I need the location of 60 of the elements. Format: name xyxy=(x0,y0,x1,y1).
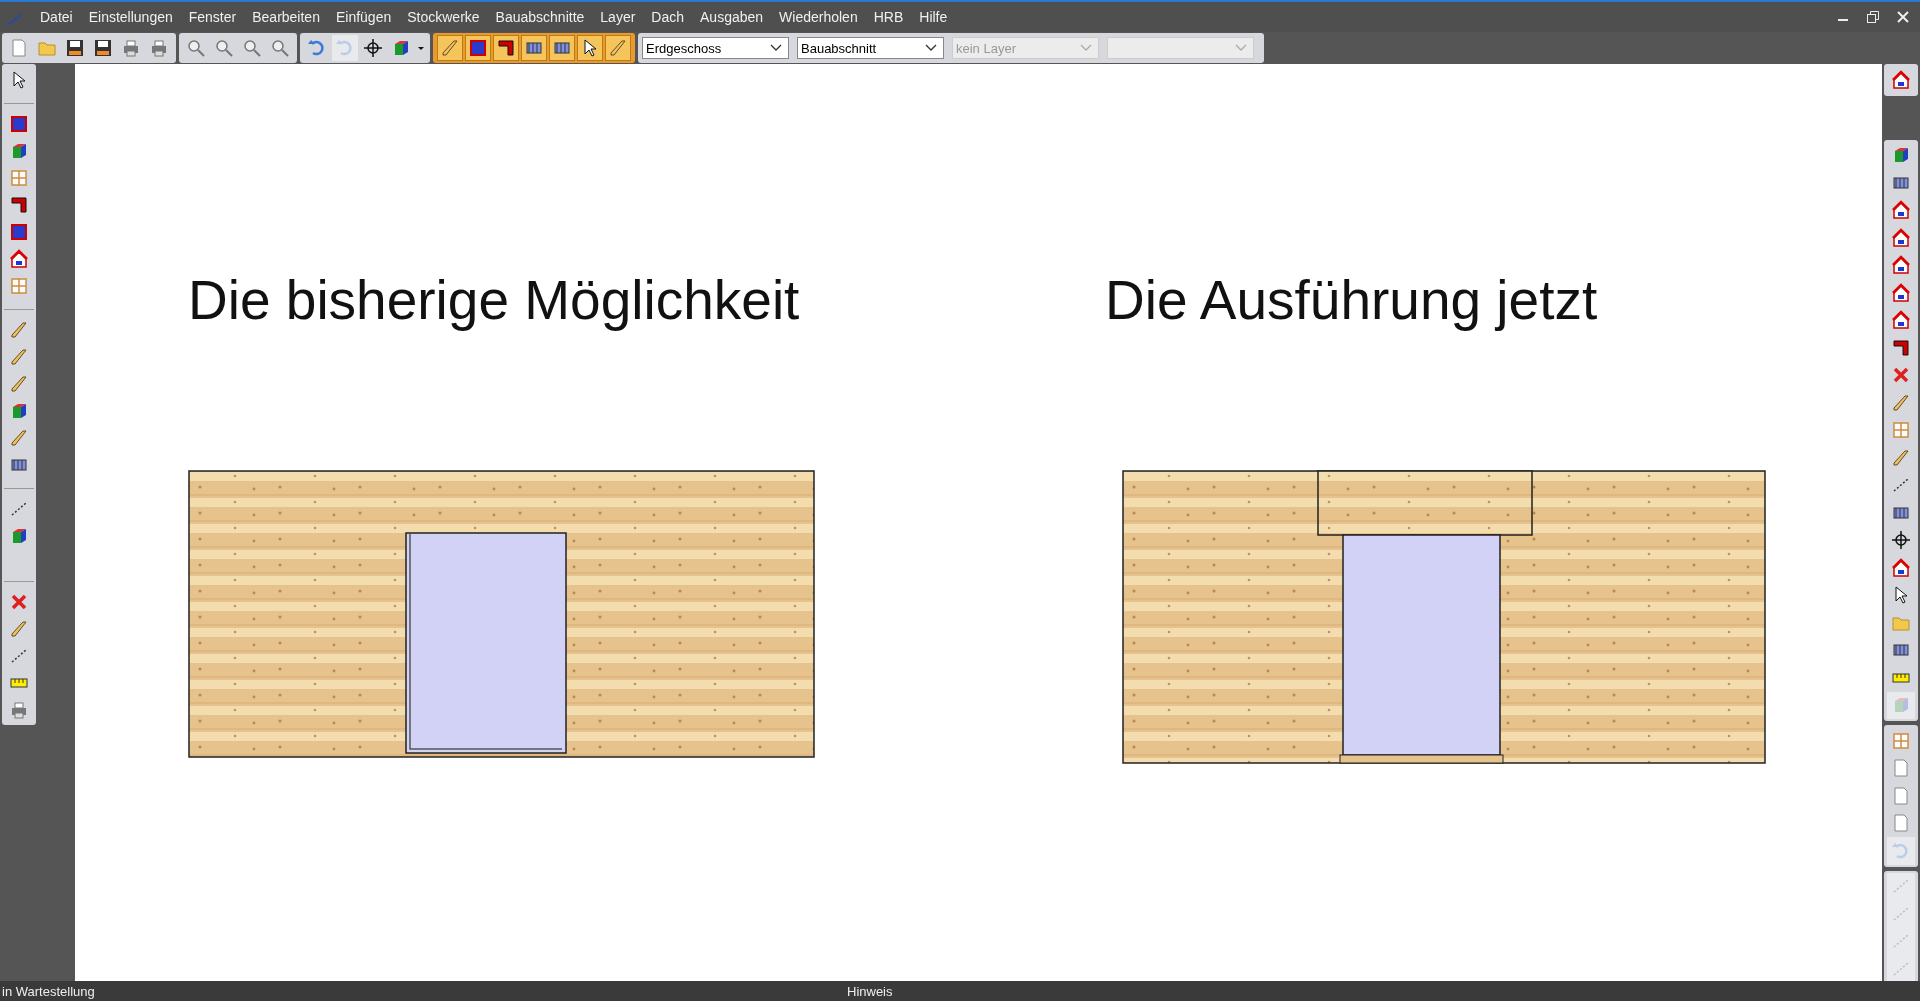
save-icon xyxy=(65,38,85,58)
redo-icon xyxy=(335,38,355,58)
save-all-icon xyxy=(93,38,113,58)
menu-item[interactable]: Dach xyxy=(643,9,693,25)
find-text-icon xyxy=(270,38,290,58)
toolbar-button[interactable] xyxy=(549,35,575,61)
zoom-in-icon xyxy=(186,38,206,58)
toolbar-button[interactable] xyxy=(521,35,547,61)
house-icon xyxy=(1891,227,1911,248)
menu-item[interactable]: Einstellungen xyxy=(80,9,181,25)
house-icon xyxy=(1891,557,1911,578)
status-text: in Wartestellung xyxy=(1,983,96,999)
beam-icon xyxy=(9,319,29,340)
house-icon xyxy=(1891,69,1911,90)
toolbar-button[interactable] xyxy=(577,35,603,61)
house-icon xyxy=(1891,255,1911,276)
house-icon xyxy=(1891,310,1911,331)
house-icon xyxy=(1891,200,1911,221)
restore-icon[interactable] xyxy=(1866,10,1880,24)
house-icon xyxy=(1891,282,1911,303)
menu-item[interactable]: Fenster xyxy=(180,9,245,25)
chevron-icon xyxy=(925,44,937,52)
new-document-icon xyxy=(9,38,29,58)
chevron-icon xyxy=(1235,44,1247,52)
frame-icon xyxy=(9,275,29,296)
menu-item[interactable]: Datei xyxy=(32,9,81,25)
chevron-icon xyxy=(1080,44,1092,52)
wall-corner-icon xyxy=(468,38,488,58)
house-icon xyxy=(9,248,29,269)
rotate-icon xyxy=(1891,840,1911,861)
crosshair-icon xyxy=(363,38,383,58)
corner-profile-icon xyxy=(496,38,516,58)
axis-icon xyxy=(1891,530,1911,551)
beam-icon xyxy=(1891,447,1911,468)
dropdown[interactable]: Erdgeschoss xyxy=(642,37,789,59)
menu-item[interactable]: Stockwerke xyxy=(399,9,488,25)
menu-item[interactable]: Bauabschnitte xyxy=(487,9,593,25)
menu-item[interactable]: Wiederholen xyxy=(771,9,866,25)
menu-item[interactable]: Layer xyxy=(592,9,644,25)
window-icon xyxy=(9,167,29,188)
undo-icon xyxy=(307,38,327,58)
dropdown[interactable]: Bauabschnitt xyxy=(797,37,944,59)
close-icon[interactable] xyxy=(1896,10,1910,24)
panel-heading: Die bisherige Möglichkeit xyxy=(188,268,800,332)
status-text: Hinweis xyxy=(847,983,893,999)
panel-heading: Die Ausführung jetzt xyxy=(1105,268,1598,332)
chevron-icon xyxy=(770,44,782,52)
menu-item[interactable]: Einfügen xyxy=(327,9,400,25)
toolbar-button[interactable] xyxy=(493,35,519,61)
corner-icon xyxy=(1891,337,1911,358)
printer-icon xyxy=(121,38,141,58)
menu-item[interactable]: Hilfe xyxy=(911,9,956,25)
printer-icon xyxy=(149,38,169,58)
menu-item[interactable]: HRB xyxy=(865,9,912,25)
zoom-out-icon xyxy=(214,38,234,58)
corner-icon xyxy=(9,194,29,215)
menu-item[interactable]: Ausgaben xyxy=(692,9,772,25)
zoom-window-icon xyxy=(242,38,262,58)
frame-icon xyxy=(9,221,29,242)
menu-item[interactable]: Bearbeiten xyxy=(244,9,328,25)
